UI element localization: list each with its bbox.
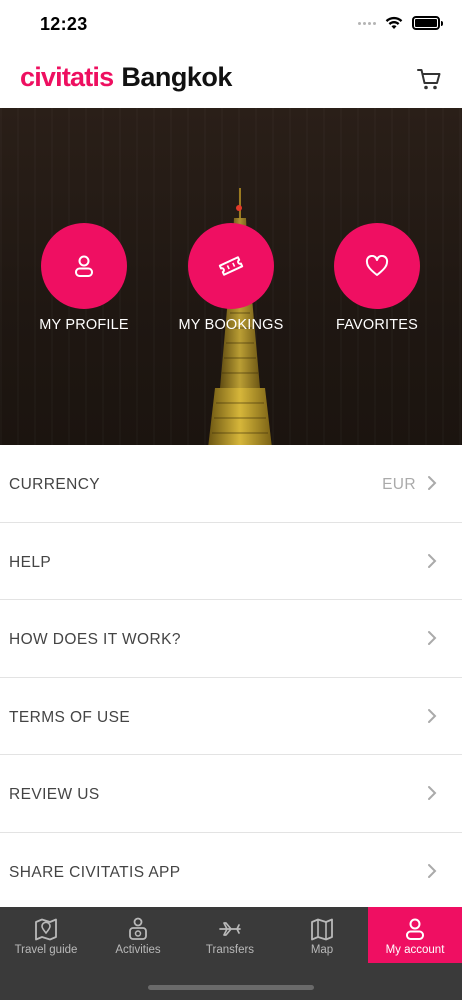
bookings-circle[interactable]	[188, 223, 274, 309]
app-header: civitatis Bangkok	[0, 50, 462, 108]
menu-item-label: SHARE CIVITATIS APP	[9, 863, 181, 881]
menu-item-label: REVIEW US	[9, 786, 100, 803]
my-bookings-button[interactable]: MY BOOKINGS	[156, 223, 306, 333]
chevron-right-icon	[428, 476, 437, 490]
tab-map[interactable]: Map	[276, 907, 368, 963]
tab-label: Activities	[115, 944, 161, 956]
status-icons	[358, 16, 443, 30]
chevron-right-icon	[428, 708, 437, 723]
tab-transfers[interactable]: Transfers	[184, 907, 276, 963]
wifi-icon	[385, 16, 403, 29]
menu-item-share-app[interactable]: SHARE CIVITATIS APP	[0, 832, 462, 910]
menu-item-label: TERMS OF USE	[9, 708, 131, 726]
tab-label: My account	[385, 944, 445, 956]
menu-item-label: HELP	[9, 553, 52, 571]
home-indicator[interactable]	[148, 985, 314, 990]
city-title: Bangkok	[121, 62, 232, 92]
tab-travel-guide[interactable]: Travel guide	[0, 907, 92, 963]
menu-item-currency[interactable]: CURRENCY EUR	[0, 445, 462, 523]
menu-item-review-us[interactable]: REVIEW US	[0, 755, 462, 833]
signal-icon	[358, 21, 376, 25]
tab-label: Transfers	[205, 944, 255, 956]
brand-logo: civitatis	[20, 62, 114, 92]
person-icon	[406, 918, 424, 940]
currency-value: EUR	[382, 476, 416, 493]
favorites-button[interactable]: FAVORITES	[302, 223, 452, 333]
menu-item-label: HOW DOES IT WORK?	[9, 631, 181, 648]
tab-label: Map	[310, 944, 334, 956]
my-profile-button[interactable]: MY PROFILE	[9, 223, 159, 333]
tab-activities[interactable]: Activities	[92, 907, 184, 963]
battery-icon	[412, 16, 443, 30]
chevron-right-icon	[428, 786, 437, 800]
profile-circle[interactable]	[41, 223, 127, 309]
map-icon	[311, 918, 333, 941]
menu-item-help[interactable]: HELP	[0, 522, 462, 600]
heart-icon	[365, 255, 389, 276]
chevron-right-icon	[428, 863, 437, 878]
my-profile-label: MY PROFILE	[39, 317, 129, 333]
brand: civitatis Bangkok	[20, 62, 232, 93]
status-time: 12:23	[40, 14, 88, 34]
plane-icon	[219, 922, 241, 936]
ticket-icon	[218, 256, 244, 276]
menu-item-terms-of-use[interactable]: TERMS OF USE	[0, 677, 462, 755]
status-bar: 12:23	[0, 0, 462, 50]
my-bookings-label: MY BOOKINGS	[178, 317, 284, 333]
map-pin-book-icon	[35, 918, 57, 941]
favorites-circle[interactable]	[334, 223, 420, 309]
tab-my-account[interactable]: My account	[368, 907, 462, 963]
favorites-label: FAVORITES	[335, 317, 419, 333]
settings-menu: CURRENCY EUR HELP HOW DOES IT WORK? TERM…	[0, 445, 462, 910]
tab-label: Travel guide	[14, 944, 78, 956]
cart-icon[interactable]	[416, 66, 442, 92]
person-icon	[75, 255, 93, 277]
chevron-right-icon	[428, 631, 437, 645]
hero-banner: MY PROFILE MY BOOKINGS FAVORITES	[0, 108, 462, 445]
menu-item-label: CURRENCY	[9, 476, 101, 493]
menu-item-how-it-works[interactable]: HOW DOES IT WORK?	[0, 600, 462, 678]
chevron-right-icon	[428, 553, 437, 568]
tourist-icon	[129, 917, 147, 940]
